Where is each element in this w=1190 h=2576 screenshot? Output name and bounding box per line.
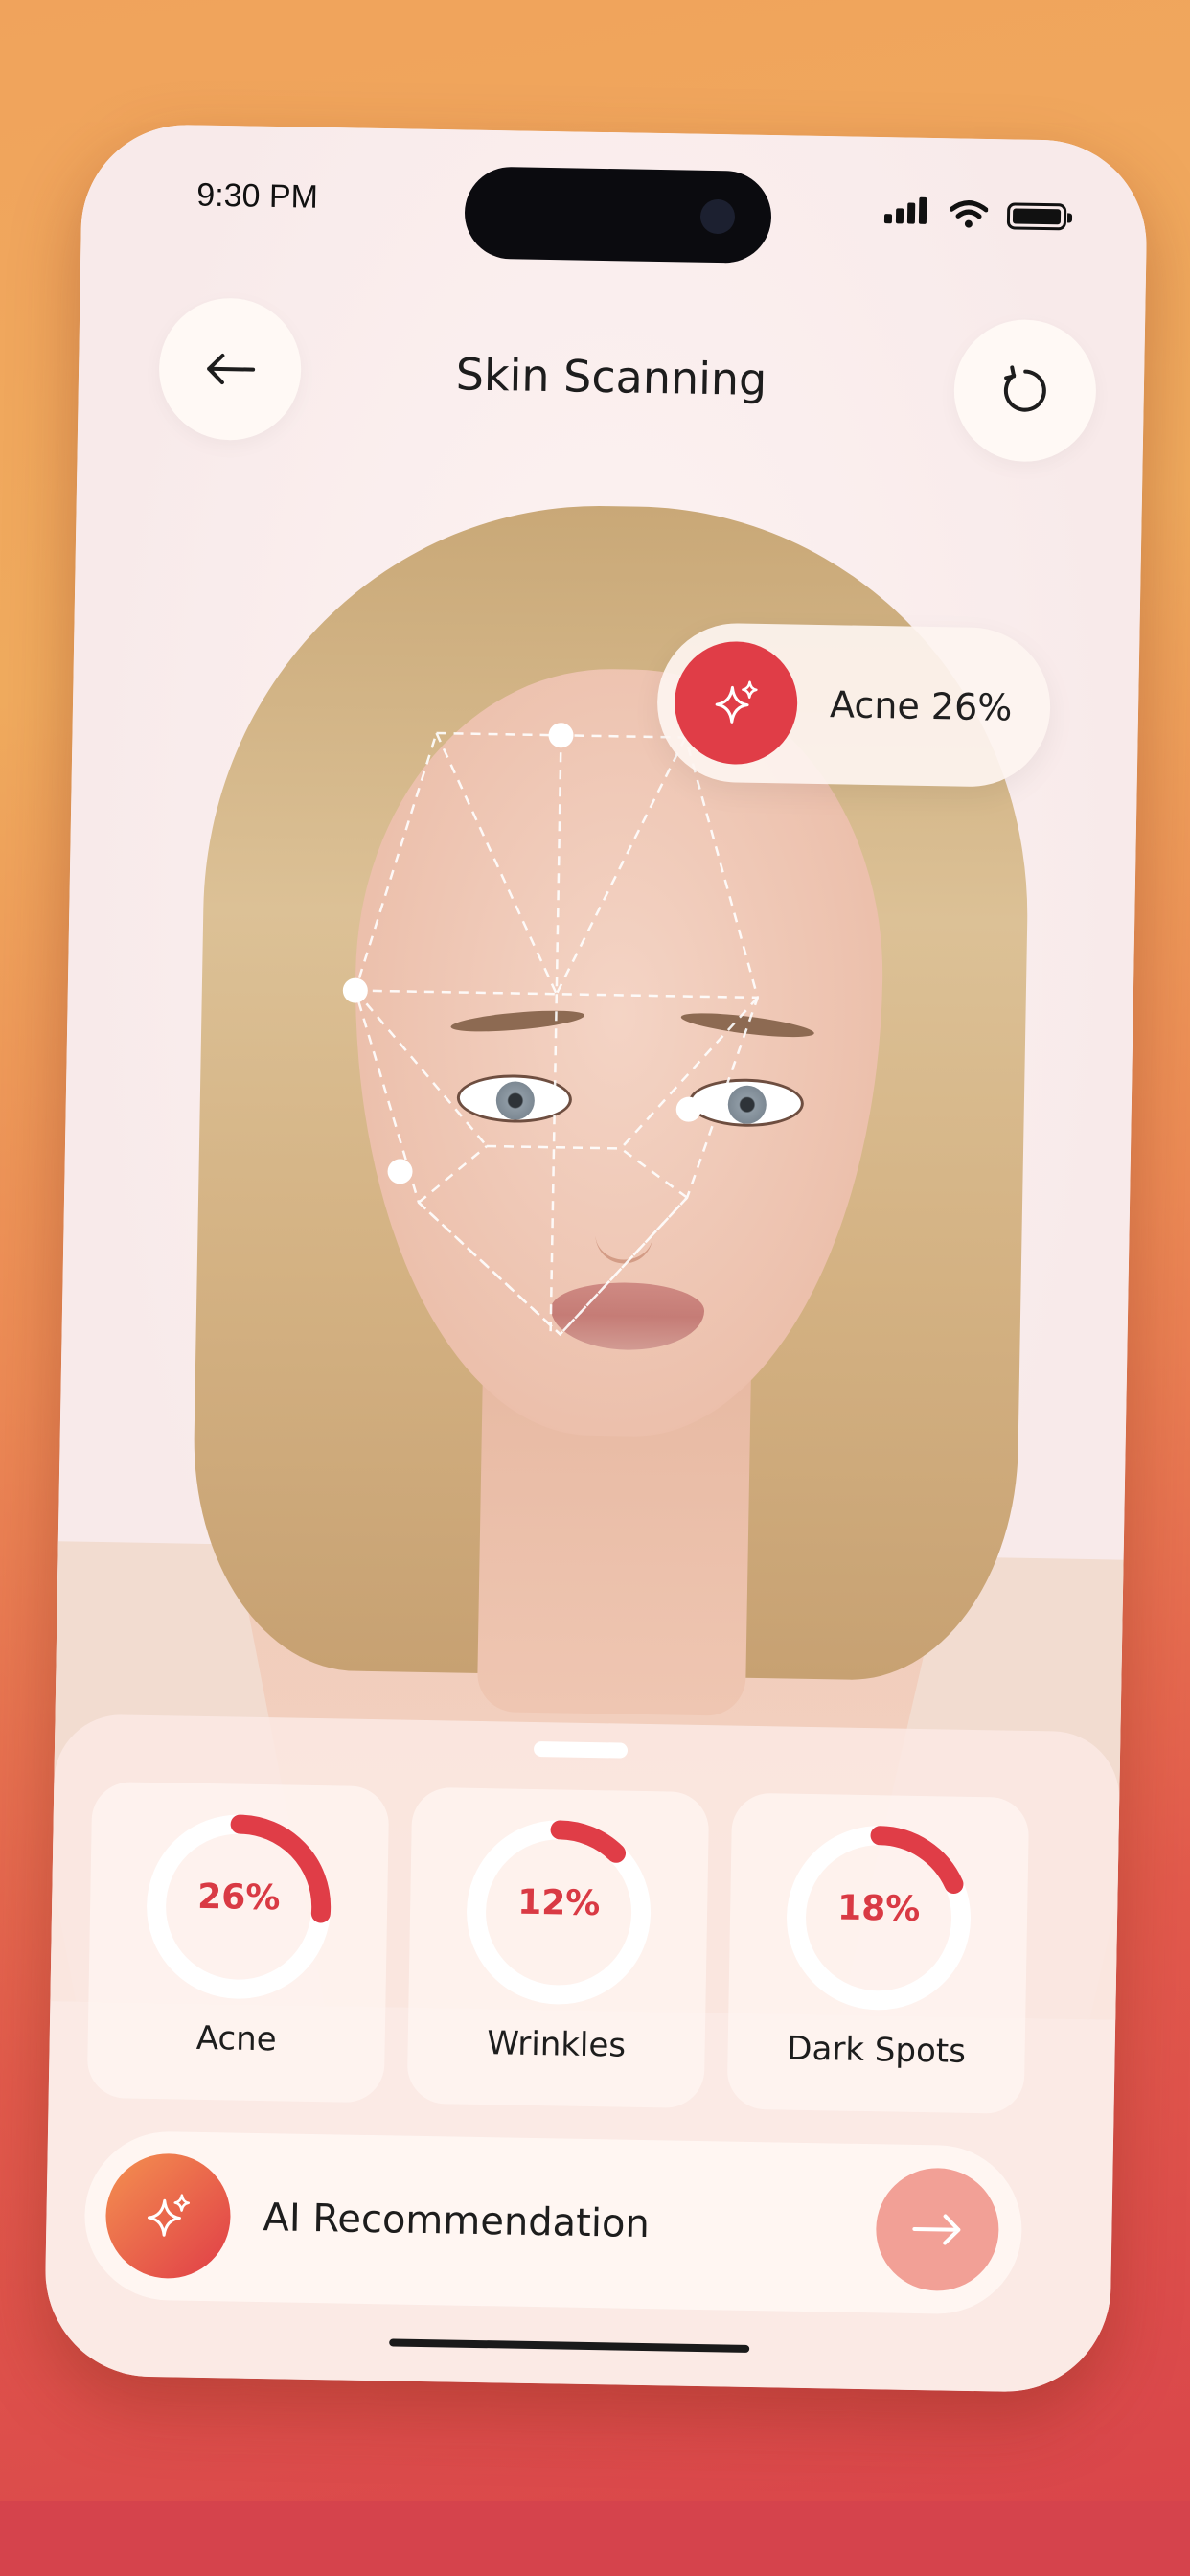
dynamic-island — [464, 166, 772, 264]
metric-value: 26% — [196, 1876, 281, 1919]
metric-label: Acne — [195, 2018, 277, 2059]
battery-icon — [1006, 202, 1067, 231]
ai-recommendation-go-button[interactable] — [875, 2167, 1000, 2292]
acne-detection-tag[interactable]: Acne 26% — [655, 622, 1052, 789]
status-time: 9:30 PM — [195, 176, 319, 216]
sparkle-icon — [715, 680, 758, 724]
status-icons — [883, 196, 1067, 231]
sheet-drag-handle[interactable] — [533, 1740, 629, 1759]
background-band — [0, 2501, 1190, 2576]
ai-badge — [104, 2152, 232, 2280]
phone-frame: 9:30 PM Skin Scanning Acne 26% 26% Acne … — [43, 123, 1149, 2394]
acne-tag-badge — [674, 640, 799, 766]
metric-card-acne[interactable]: 26% Acne — [86, 1781, 390, 2104]
sparkle-icon — [147, 2194, 190, 2237]
metric-card-dark-spots[interactable]: 18% Dark Spots — [726, 1792, 1030, 2114]
ai-recommendation-label: AI Recommendation — [263, 2196, 651, 2247]
acne-tag-label: Acne 26% — [829, 683, 1013, 729]
metric-card-wrinkles[interactable]: 12% Wrinkles — [406, 1786, 710, 2109]
ai-recommendation-bar[interactable]: AI Recommendation — [82, 2129, 1023, 2315]
signal-icon — [883, 196, 931, 228]
arrow-right-icon — [912, 2214, 961, 2245]
metric-value: 12% — [516, 1882, 601, 1924]
metric-label: Wrinkles — [486, 2024, 627, 2065]
metric-label: Dark Spots — [787, 2029, 967, 2071]
metric-value: 18% — [836, 1888, 921, 1930]
refresh-icon — [1003, 365, 1046, 412]
wifi-icon — [949, 200, 989, 228]
